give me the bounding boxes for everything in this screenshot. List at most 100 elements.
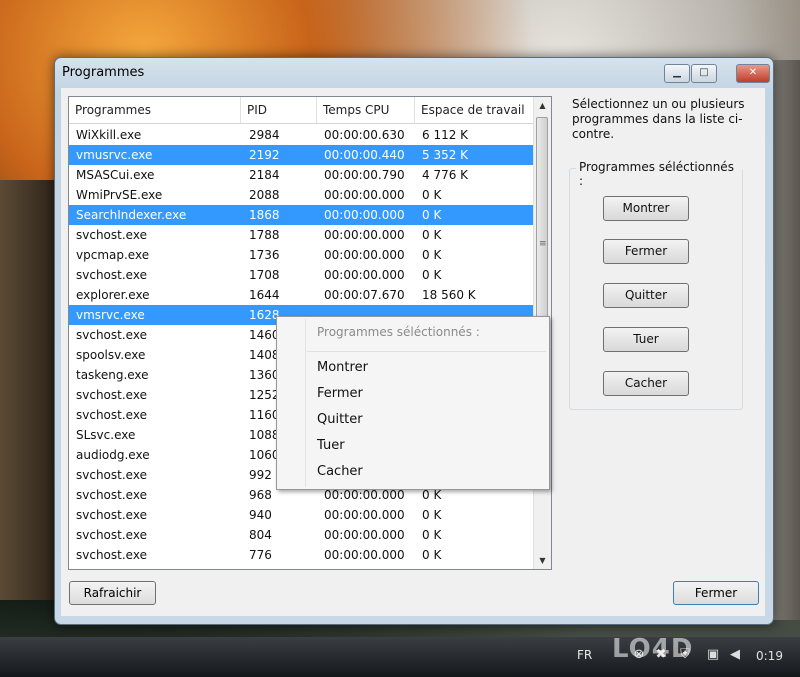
cell-cpu-time: 00:00:00.000 [324,528,405,542]
cell-pid: 2192 [249,148,280,162]
language-indicator[interactable]: FR [577,648,592,662]
cell-program: svchost.exe [76,328,147,342]
column-header-pid[interactable]: PID [241,97,317,123]
cell-program: WiXkill.exe [76,128,142,142]
cell-cpu-time: 00:00:00.000 [324,208,405,222]
table-row[interactable]: svchost.exe 1788 00:00:00.000 0 K [69,225,534,245]
table-row[interactable]: explorer.exe 1644 00:00:07.670 18 560 K [69,285,534,305]
close-program-button[interactable]: Fermer [603,239,689,264]
watermark-logo: LO4D [612,634,694,664]
cell-working-set: 0 K [422,208,442,222]
cell-program: MSASCui.exe [76,168,155,182]
close-icon: ✕ [748,67,758,78]
cell-working-set: 18 560 K [422,288,476,302]
table-row[interactable]: vpcmap.exe 1736 00:00:00.000 0 K [69,245,534,265]
group-label: Programmes séléctionnés : [576,160,742,188]
cell-pid: 2984 [249,128,280,142]
cell-pid: 1628 [249,308,280,322]
close-dialog-button[interactable]: Fermer [673,581,759,605]
table-row[interactable]: svchost.exe 940 00:00:00.000 0 K [69,505,534,525]
quit-button[interactable]: Quitter [603,283,689,308]
maximize-icon: □ [699,67,709,78]
close-window-button[interactable]: ✕ [736,64,770,83]
cell-pid: 1160 [249,408,280,422]
table-row[interactable]: vmusrvc.exe 2192 00:00:00.440 5 352 K [69,145,534,165]
column-header-cpu-time[interactable]: Temps CPU [317,97,415,123]
cell-pid: 2184 [249,168,280,182]
cell-program: svchost.exe [76,468,147,482]
table-row[interactable]: MSASCui.exe 2184 00:00:00.790 4 776 K [69,165,534,185]
cell-pid: 1088 [249,428,280,442]
selected-programs-group: Programmes séléctionnés : Montrer Fermer… [569,160,743,410]
scroll-up-icon[interactable]: ▲ [534,97,551,114]
column-header-programmes[interactable]: Programmes [69,97,241,123]
desktop-rock-left [0,180,60,600]
cell-pid: 1788 [249,228,280,242]
cell-cpu-time: 00:00:00.000 [324,508,405,522]
context-menu: Programmes séléctionnés : Montrer Fermer… [276,316,550,490]
cell-pid: 1408 [249,348,280,362]
table-row[interactable]: svchost.exe 1708 00:00:00.000 0 K [69,265,534,285]
cell-cpu-time: 00:00:00.440 [324,148,405,162]
cell-program: taskeng.exe [76,368,149,382]
cell-cpu-time: 00:00:00.790 [324,168,405,182]
cell-pid: 1736 [249,248,280,262]
refresh-button[interactable]: Rafraichir [69,581,156,605]
cell-program: svchost.exe [76,388,147,402]
clock[interactable]: 0:19 [756,649,783,663]
cell-cpu-time: 00:00:00.000 [324,248,405,262]
cell-pid: 1060 [249,448,280,462]
table-row[interactable]: WiXkill.exe 2984 00:00:00.630 6 112 K [69,125,534,145]
network-icon[interactable]: ▣ [704,646,722,664]
menu-item-kill[interactable]: Tuer [317,438,345,453]
cell-cpu-time: 00:00:00.000 [324,188,405,202]
cell-pid: 804 [249,528,272,542]
menu-item-close[interactable]: Fermer [317,386,363,401]
cell-program: svchost.exe [76,508,147,522]
cell-working-set: 5 352 K [422,148,469,162]
menu-item-show[interactable]: Montrer [317,360,368,375]
hide-button[interactable]: Cacher [603,371,689,396]
table-row[interactable]: SearchIndexer.exe 1868 00:00:00.000 0 K [69,205,534,225]
scroll-down-icon[interactable]: ▼ [534,552,551,569]
cell-program: svchost.exe [76,268,147,282]
cell-pid: 1252 [249,388,280,402]
cell-pid: 776 [249,548,272,562]
cell-program: svchost.exe [76,548,147,562]
minimize-button[interactable]: ▁ [664,64,690,83]
minimize-icon: ▁ [673,67,681,78]
cell-working-set: 0 K [422,248,442,262]
cell-working-set: 0 K [422,268,442,282]
cell-pid: 1460 [249,328,280,342]
column-header-working-set[interactable]: Espace de travail [415,97,534,123]
cell-working-set: 0 K [422,508,442,522]
cell-working-set: 0 K [422,188,442,202]
kill-button[interactable]: Tuer [603,327,689,352]
cell-working-set: 6 112 K [422,128,469,142]
maximize-button[interactable]: □ [691,64,717,83]
menu-item-hide[interactable]: Cacher [317,464,363,479]
volume-icon[interactable]: ◀ [726,646,744,664]
cell-cpu-time: 00:00:00.630 [324,128,405,142]
cell-program: explorer.exe [76,288,150,302]
cell-pid: 1360 [249,368,280,382]
cell-program: svchost.exe [76,528,147,542]
cell-pid: 1644 [249,288,280,302]
cell-pid: 1868 [249,208,280,222]
table-row[interactable]: WmiPrvSE.exe 2088 00:00:00.000 0 K [69,185,534,205]
menu-item-quit[interactable]: Quitter [317,412,363,427]
cell-program: svchost.exe [76,228,147,242]
menu-separator [307,351,546,352]
cell-program: svchost.exe [76,408,147,422]
cell-pid: 940 [249,508,272,522]
grip-icon: ≡ [539,239,547,249]
table-row[interactable]: svchost.exe 804 00:00:00.000 0 K [69,525,534,545]
list-header: Programmes PID Temps CPU Espace de trava… [69,97,534,124]
cell-program: vpcmap.exe [76,248,150,262]
cell-program: spoolsv.exe [76,348,146,362]
show-button[interactable]: Montrer [603,196,689,221]
table-row[interactable]: svchost.exe 776 00:00:00.000 0 K [69,545,534,565]
cell-program: SLsvc.exe [76,428,136,442]
cell-working-set: 0 K [422,528,442,542]
context-menu-title: Programmes séléctionnés : [317,325,480,339]
